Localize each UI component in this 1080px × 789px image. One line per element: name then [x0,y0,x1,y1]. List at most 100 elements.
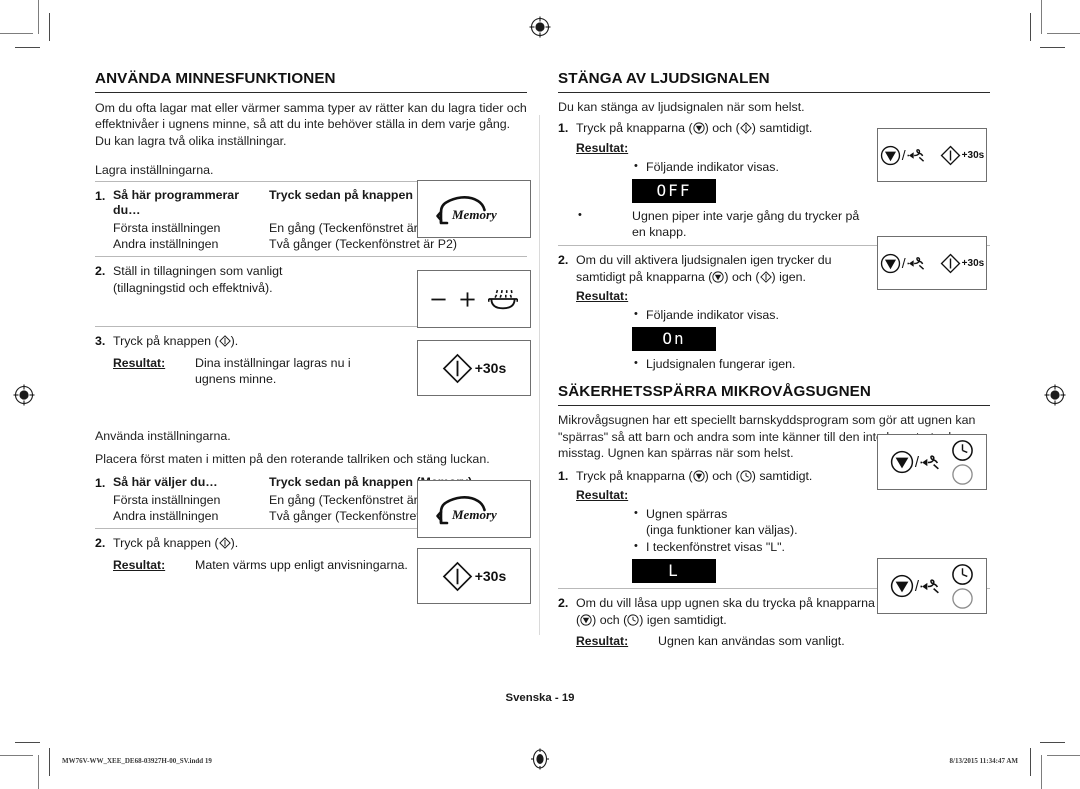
use-settings-instruction: Placera först maten i mitten på den rote… [95,451,490,466]
result-label: Resultat: [576,488,629,503]
cell-setting-name: Första inställningen [113,493,221,508]
stop-triangle-icon [580,614,592,626]
step-number: 3. [95,334,106,349]
sound-intro-text: Du kan stänga av ljudsignalen när som he… [558,100,805,114]
start-diamond-icon [442,353,472,383]
icon-box-lock-on: / [877,434,987,490]
step-text: Tryck på knappen (). [113,536,239,551]
steam-cook-icon [488,289,518,310]
result-label: Resultat: [576,140,629,155]
cancel-plug-icon [920,454,939,469]
trim-mark-tl-h [15,47,40,48]
result-bullets-2: Ljudsignalen fungerar igen. [632,355,876,372]
registration-target-icon-right [1044,384,1066,406]
icon-box-start-store: +30s [417,340,531,396]
cell-setting-name: Andra inställningen [113,508,219,523]
cell-setting-name: Andra inställningen [113,236,219,251]
result-block: Resultat: Maten värms upp enligt anvisni… [113,557,413,573]
trim-mark-bl-h [15,742,40,743]
cancel-plug-icon [907,148,924,162]
crop-mark-bl-h [0,755,33,756]
registration-target-icon-left [13,384,35,406]
clock-icon [627,614,639,626]
crop-mark-br-h [1047,755,1080,756]
step-number: 2. [558,596,569,611]
store-settings-lead: Lagra inställningarna. [95,163,214,178]
step-text: Tryck på knapparna () och () samtidigt. [576,468,813,483]
bullet-item: Ugnen spärras (inga funktioner kan välja… [632,505,876,538]
trim-mark-br-v [1030,748,1031,776]
crop-mark-tr-h [1047,33,1080,34]
display-indicator-off: OFF [632,179,716,204]
step-number: 1. [558,468,569,483]
start-diamond-icon [218,335,231,348]
memory-intro-text: Om du ofta lagar mat eller värmer samma … [95,101,527,148]
trim-mark-tr-v [1030,13,1031,41]
column-divider [539,115,540,635]
cell-setting-name: Första inställningen [113,221,221,236]
icon-box-sound-off: / +30s [877,128,987,182]
step-text: Ställ in tillagningen som vanligt (tilla… [113,264,283,295]
display-indicator-wrap: OFF [632,176,876,206]
result-bullets: Ugnen spärras (inga funktioner kan välja… [632,505,876,555]
bullet-item: I teckenfönstret visas "L". [632,538,876,555]
result-text: Dina inställningar lagras nu i ugnens mi… [195,355,351,387]
icon-box-time-power [417,270,531,328]
registration-target-icon-bottom [529,748,551,770]
slash-separator: / [914,453,920,471]
bullet-line-2: (inga funktioner kan väljas). [646,523,798,538]
crop-mark-br-v [1041,755,1042,789]
bullet-line-1: Ugnen spärras [646,507,728,522]
stop-triangle-icon [880,145,900,165]
manual-page: ANVÄNDA MINNESFUNKTIONEN Om du ofta laga… [0,0,1080,789]
step-number: 2. [558,253,569,268]
stop-triangle-icon [693,470,705,482]
bullet-item: Följande indikator visas. [632,158,876,175]
cancel-plug-icon [907,256,924,270]
slash-separator: / [901,147,906,163]
step-text: Tryck på knappen (). [113,334,239,349]
trim-mark-bl-v [49,748,50,776]
icon-box-memory-store: Memory [417,180,531,238]
step-number: 2. [95,536,106,551]
stop-triangle-icon [890,574,914,598]
bullet-item: Ljudsignalen fungerar igen. [632,355,876,372]
use-settings-lead: Använda inställningarna. [95,429,231,444]
stop-triangle-icon [890,450,914,474]
crop-mark-bl-v [38,755,39,789]
start-diamond-icon [940,253,961,273]
bullet-item: Följande indikator visas. [632,306,876,323]
start-diamond-icon [218,537,231,550]
trim-mark-br-h [1040,742,1065,743]
icon-box-sound-on: / +30s [877,236,987,290]
start-diamond-icon [442,561,472,591]
icon-label-plus30s: +30s [961,257,985,269]
start-diamond-icon [739,122,752,135]
page-folio: Svenska - 19 [505,692,575,704]
crop-mark-tr-v [1041,0,1042,34]
result-bullets: Följande indikator visas. [632,158,876,175]
cancel-plug-icon [920,578,939,593]
icon-label-plus30s: +30s [474,568,507,584]
trim-mark-tr-h [1040,47,1065,48]
imprint-filename: MW76V-WW_XEE_DE68-03927H-00_SV.indd 19 [62,757,212,765]
imprint-timestamp: 8/13/2015 11:34:47 AM [949,757,1018,765]
clock-icon [740,470,752,482]
stop-triangle-icon [712,271,725,283]
slash-separator: / [914,577,920,595]
display-indicator-wrap: On [632,324,876,354]
result-block: Resultat: Dina inställningar lagras nu i… [113,355,353,388]
table-row: Andra inställningen Två gånger (Teckenfö… [113,237,527,252]
svg-text:Memory: Memory [451,207,497,222]
icon-label-plus30s: +30s [474,360,507,376]
result-label: Resultat: [113,557,166,572]
icon-box-memory-use: Memory [417,480,531,538]
crop-mark-tl-h [0,33,33,34]
step-text: Om du vill låsa upp ugnen ska du trycka … [576,596,875,627]
step-text: Tryck på knapparna () och () samtidigt. [576,121,813,136]
icon-box-lock-off: / [877,558,987,614]
icon-box-start-use: +30s [417,548,531,604]
result-text: Ugnen kan användas som vanligt. [658,634,845,649]
clock-icon [952,439,973,461]
page-title-sound: STÄNGA AV LJUDSIGNALEN [558,70,990,93]
